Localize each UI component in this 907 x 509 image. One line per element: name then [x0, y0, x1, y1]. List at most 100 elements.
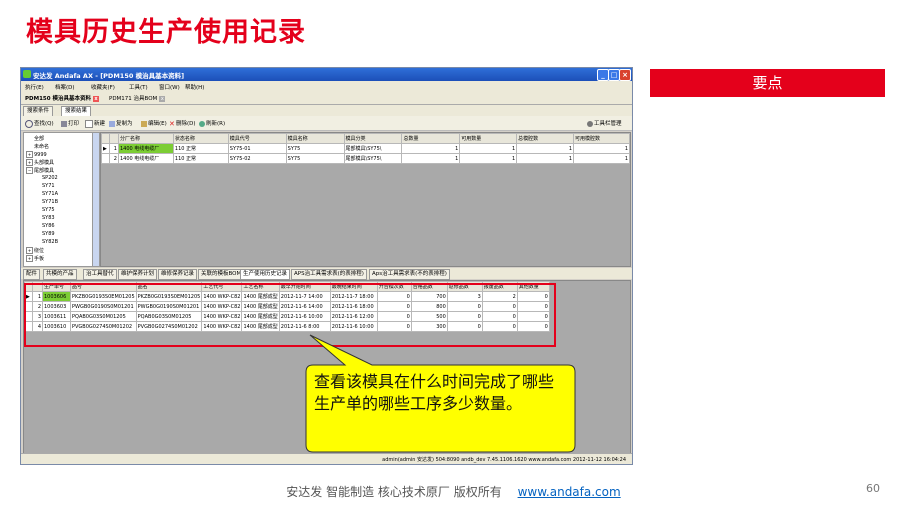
- tab-template-bom[interactable]: 关联的模板BOM: [198, 269, 245, 280]
- tree-node[interactable]: − 尾部模具: [26, 167, 54, 174]
- footer-copyright: 安达发 智能制造 核心技术原厂 版权所有: [286, 485, 502, 499]
- table-cell[interactable]: 尾部模具\SY75\: [343, 153, 403, 164]
- doc-tab-label: PDM171 治具BOM: [109, 96, 158, 102]
- table-cell[interactable]: 1: [573, 153, 630, 164]
- column-header[interactable]: 可用数量: [459, 133, 518, 144]
- column-header[interactable]: 模具名称: [285, 133, 345, 144]
- tab-search-results[interactable]: 搜索结果: [61, 106, 92, 116]
- query-label: 查找(Q): [34, 121, 54, 127]
- tree-node[interactable]: SY82B: [42, 239, 58, 245]
- column-header[interactable]: 模具分类: [343, 133, 403, 144]
- column-header[interactable]: 总数量: [401, 133, 461, 144]
- table-cell[interactable]: 1: [459, 153, 518, 164]
- column-header[interactable]: 可用模腔数: [573, 133, 630, 144]
- collapse-icon[interactable]: −: [26, 167, 33, 174]
- column-header[interactable]: 分厂名称: [117, 133, 174, 144]
- slide-footer: 安达发 智能制造 核心技术原厂 版权所有 www.andafa.com: [0, 483, 907, 500]
- tab-maintenance-plan[interactable]: 维护保养计划: [118, 269, 158, 280]
- table-cell[interactable]: SY75-01: [227, 143, 287, 154]
- table-cell[interactable]: 1: [401, 143, 461, 154]
- tree-node[interactable]: SY83: [42, 215, 55, 221]
- query-button[interactable]: 查找(Q): [25, 119, 54, 128]
- tab-tool-substitute[interactable]: 治工具替代: [83, 269, 117, 280]
- tree-node[interactable]: +9999: [26, 151, 47, 158]
- tree-node-label: SY75: [42, 207, 55, 213]
- tree-node[interactable]: + 绕位: [26, 247, 44, 254]
- refresh-button[interactable]: 刷新(R): [199, 119, 225, 127]
- toolbar-manage-label: 工具栏管理: [594, 121, 622, 127]
- table-cell[interactable]: 尾部模具\SY75\: [343, 143, 403, 154]
- tree-node[interactable]: 全部: [34, 135, 44, 142]
- column-header[interactable]: 总模腔数: [516, 133, 574, 144]
- doc-tab-pdm150[interactable]: PDM150 模治具基本资料 x: [23, 94, 101, 102]
- close-icon[interactable]: x: [92, 95, 99, 102]
- edit-button[interactable]: 编辑(E): [141, 119, 167, 127]
- tree-node[interactable]: SY86: [42, 223, 55, 229]
- highlight-frame: [24, 283, 556, 347]
- column-header[interactable]: 状态名称: [172, 133, 229, 144]
- tab-aps-requirements[interactable]: APS治工具需求表(的表排程): [291, 269, 367, 280]
- tree-node[interactable]: + 手板: [26, 255, 44, 262]
- tab-shared-products[interactable]: 共模的产品: [43, 269, 77, 280]
- close-icon[interactable]: ×: [619, 69, 631, 81]
- tree-node[interactable]: SP202: [42, 175, 58, 181]
- tree-scrollbar[interactable]: [92, 132, 100, 267]
- table-cell[interactable]: 1: [401, 153, 461, 164]
- table-cell[interactable]: 1: [516, 153, 574, 164]
- table-cell[interactable]: 1: [516, 143, 574, 154]
- tree-node[interactable]: + 头部模具: [26, 159, 54, 166]
- menu-item-favorites[interactable]: 收藏夹(F): [91, 83, 115, 91]
- tree-node[interactable]: SY71B: [42, 199, 58, 205]
- footer-link[interactable]: www.andafa.com: [518, 485, 621, 499]
- copy-as-label: 复制为: [116, 121, 133, 127]
- document-tabs: PDM150 模治具基本资料 x PDM171 治具BOM x: [21, 92, 632, 105]
- tab-parts[interactable]: 配件: [23, 269, 41, 280]
- table-cell[interactable]: 110 正常: [172, 153, 229, 164]
- table-cell[interactable]: 1400 电线电缆厂: [117, 143, 174, 154]
- menu-item-window[interactable]: 窗口(W): [159, 83, 180, 91]
- column-header[interactable]: 模具代号: [227, 133, 287, 144]
- print-button[interactable]: 打印: [61, 119, 79, 127]
- table-cell[interactable]: SY75: [285, 153, 345, 164]
- printer-icon: [61, 120, 67, 127]
- table-cell[interactable]: 1: [459, 143, 518, 154]
- tree-node-label: SY86: [42, 223, 55, 229]
- copy-as-button[interactable]: 复制为: [109, 119, 133, 127]
- table-cell[interactable]: 110 正常: [172, 143, 229, 154]
- tree-node[interactable]: SY71: [42, 183, 55, 189]
- toolbar-manage-button[interactable]: 工具栏管理: [587, 119, 622, 127]
- copy-icon: [109, 120, 115, 127]
- menu-item-archive[interactable]: 档案(D): [55, 83, 75, 91]
- menu-item-tools[interactable]: 工具(T): [129, 83, 148, 91]
- table-cell[interactable]: SY75: [285, 143, 345, 154]
- new-button[interactable]: 新建: [85, 119, 105, 128]
- tab-search-criteria[interactable]: 搜索条件: [23, 106, 54, 116]
- refresh-label: 刷新(R): [206, 121, 226, 127]
- menu-item-execute[interactable]: 执行(E): [25, 83, 44, 91]
- tree-node[interactable]: SY71A: [42, 191, 58, 197]
- tree-node[interactable]: SY75: [42, 207, 55, 213]
- tree-node-label: 未命名: [34, 144, 50, 150]
- table-cell[interactable]: 1400 电线电缆厂: [117, 153, 174, 164]
- tree-node[interactable]: 未命名: [34, 143, 49, 150]
- tree-node-label: 头部模具: [34, 160, 55, 166]
- tab-maintenance-records[interactable]: 维修保养记录: [158, 269, 198, 280]
- expand-icon[interactable]: +: [26, 247, 33, 254]
- tree-node-label: 手板: [34, 256, 45, 262]
- tab-usage-history[interactable]: 生产使用历史记录: [240, 269, 291, 280]
- menu-item-help[interactable]: 帮助(H): [185, 83, 204, 91]
- column-header: [108, 133, 119, 144]
- table-cell[interactable]: 1: [573, 143, 630, 154]
- table-row[interactable]: ▶ 1 1400 电线电缆厂 110 正常 SY75-01 SY75 尾部模具\…: [101, 143, 630, 154]
- expand-icon[interactable]: +: [26, 151, 33, 158]
- table-cell[interactable]: SY75-02: [227, 153, 287, 164]
- expand-icon[interactable]: +: [26, 159, 33, 166]
- delete-button[interactable]: ✕删除(D): [169, 119, 196, 127]
- new-file-icon: [85, 119, 93, 128]
- tree-node[interactable]: SY89: [42, 231, 55, 237]
- close-icon[interactable]: x: [159, 95, 166, 102]
- doc-tab-pdm171[interactable]: PDM171 治具BOM x: [107, 94, 167, 102]
- tab-aps-requirements-unscheduled[interactable]: Aps治工具需求表(不的表排程): [369, 269, 450, 280]
- expand-icon[interactable]: +: [26, 255, 33, 262]
- table-row[interactable]: 2 1400 电线电缆厂 110 正常 SY75-02 SY75 尾部模具\SY…: [101, 153, 630, 164]
